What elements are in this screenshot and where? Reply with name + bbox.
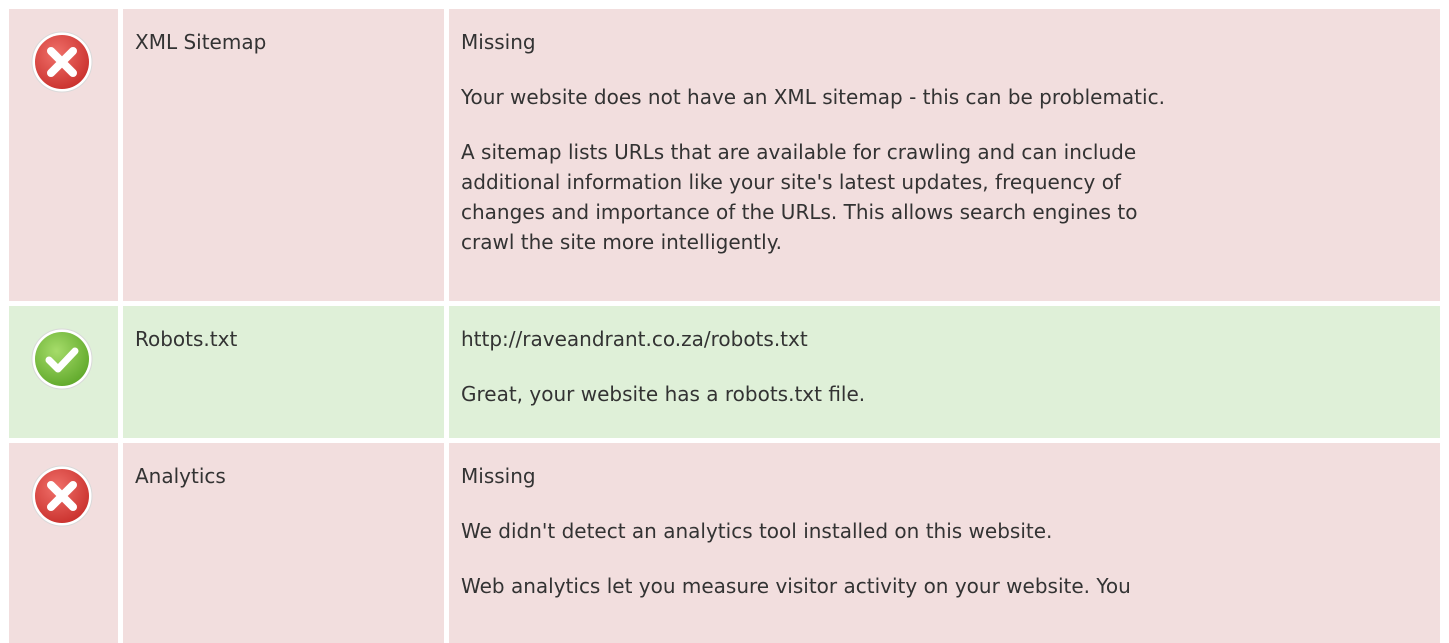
error-icon (31, 31, 93, 93)
table-row: Robots.txt http://raveandrant.co.za/robo… (0, 306, 1449, 438)
table-row: XML Sitemap Missing Your website does no… (0, 9, 1449, 301)
check-description: A sitemap lists URLs that are available … (461, 137, 1428, 257)
check-value: Missing (461, 30, 536, 54)
check-name-cell: Analytics (123, 443, 444, 643)
description-line: A sitemap lists URLs that are available … (461, 140, 1137, 164)
check-name: Analytics (135, 464, 226, 488)
description-line: Web analytics let you measure visitor ac… (461, 574, 1131, 598)
check-name: XML Sitemap (135, 30, 267, 54)
description-line: additional information like your site's … (461, 170, 1121, 194)
check-value: Missing (461, 464, 536, 488)
check-content-cell: http://raveandrant.co.za/robots.txt Grea… (449, 306, 1440, 438)
status-icon-cell (9, 9, 118, 301)
error-icon (31, 465, 93, 527)
check-content-cell: Missing We didn't detect an analytics to… (449, 443, 1440, 643)
check-name-cell: XML Sitemap (123, 9, 444, 301)
check-name: Robots.txt (135, 327, 238, 351)
seo-report-table: XML Sitemap Missing Your website does no… (0, 0, 1449, 643)
check-description: Web analytics let you measure visitor ac… (461, 571, 1428, 601)
description-line: crawl the site more intelligently. (461, 230, 783, 254)
status-icon-cell (9, 443, 118, 643)
check-message: Great, your website has a robots.txt fil… (461, 382, 866, 406)
check-content-cell: Missing Your website does not have an XM… (449, 9, 1440, 301)
status-icon-cell (9, 306, 118, 438)
table-row: Analytics Missing We didn't detect an an… (0, 443, 1449, 643)
check-name-cell: Robots.txt (123, 306, 444, 438)
check-value: http://raveandrant.co.za/robots.txt (461, 327, 808, 351)
check-message: We didn't detect an analytics tool insta… (461, 519, 1053, 543)
description-line: changes and importance of the URLs. This… (461, 200, 1138, 224)
check-message: Your website does not have an XML sitema… (461, 85, 1165, 109)
success-icon (31, 328, 93, 390)
